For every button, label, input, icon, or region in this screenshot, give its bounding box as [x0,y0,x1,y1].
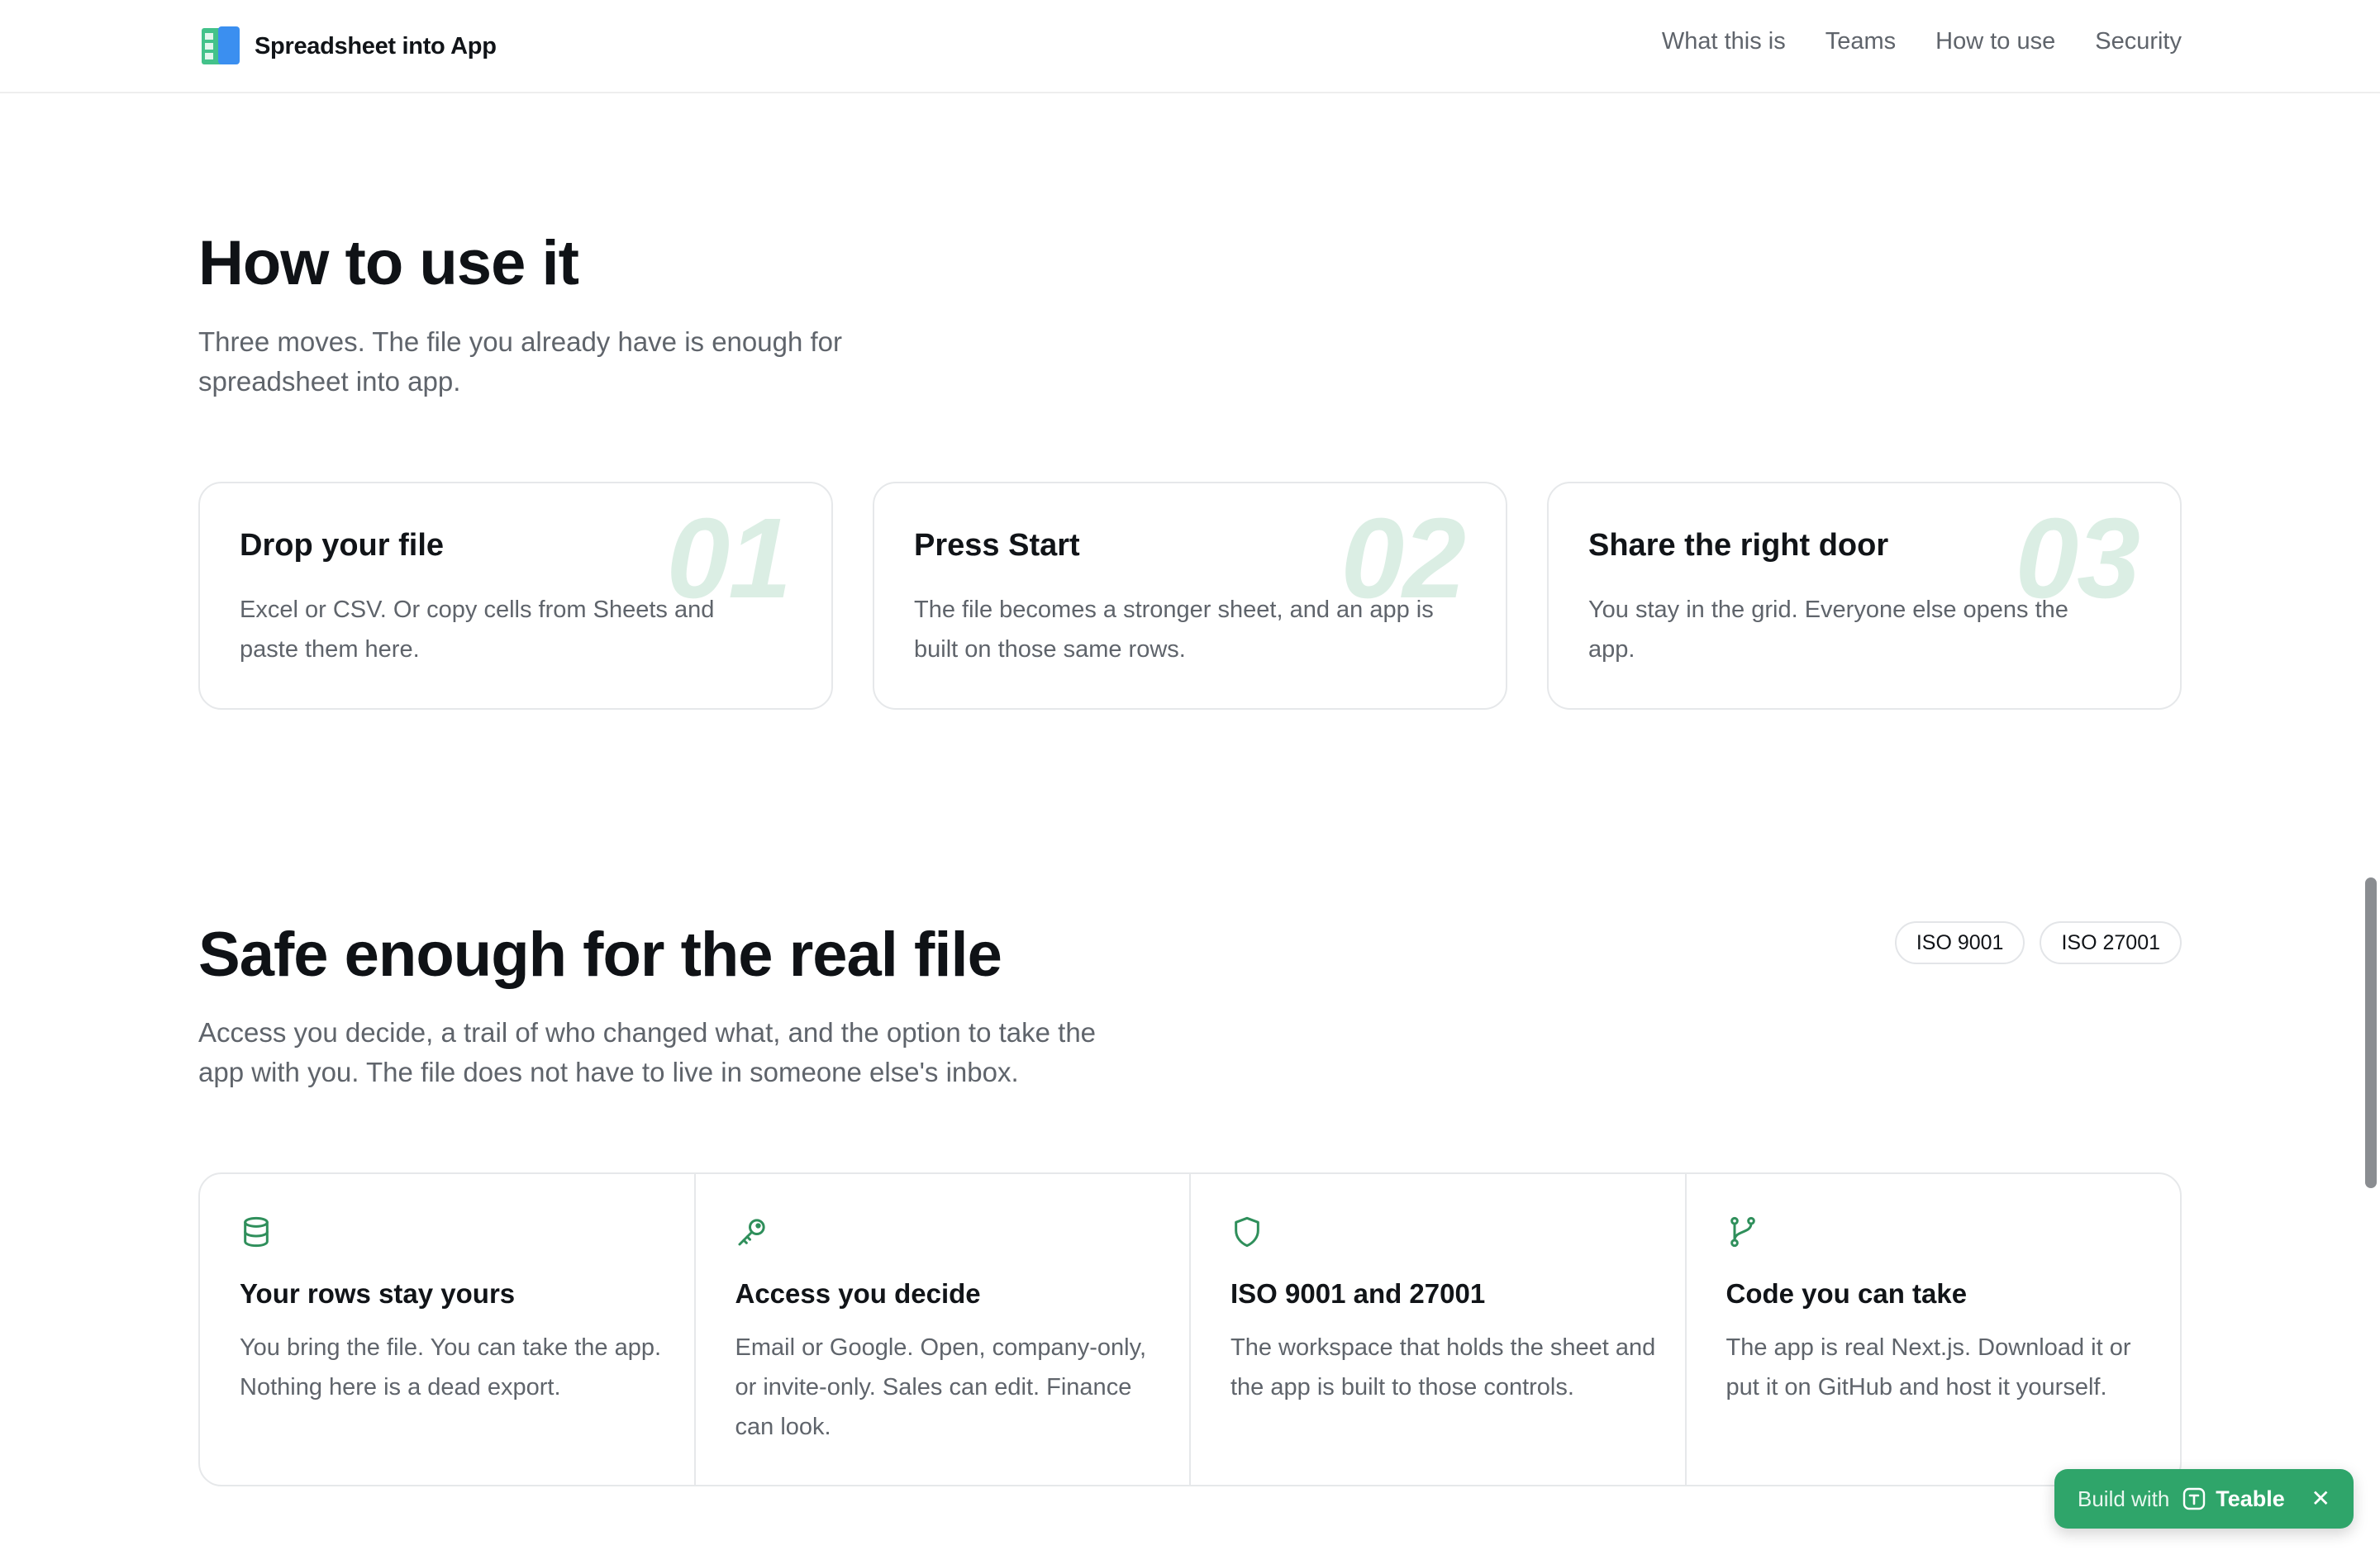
step-card-drop-file: 01 Drop your file Excel or CSV. Or copy … [198,482,833,710]
badge-iso-27001: ISO 27001 [2040,921,2182,964]
security-features: Your rows stay yours You bring the file.… [198,1172,2182,1486]
feature-description: The app is real Next.js. Download it or … [1726,1334,2131,1400]
feature-description: You bring the file. You can take the app… [240,1334,662,1400]
feature-access-you-decide: Access you decide Email or Google. Open,… [696,1174,1191,1485]
feature-title: Your rows stay yours [240,1278,516,1309]
close-icon[interactable]: ✕ [2311,1487,2330,1510]
feature-title: Access you decide [735,1278,981,1309]
steps-list: 01 Drop your file Excel or CSV. Or copy … [198,482,2182,710]
security-subtitle-line2: app with you. The file does not have to … [198,1057,1019,1087]
shield-icon [1235,1216,1259,1248]
build-with-label: Build with [2078,1486,2170,1511]
security-subtitle: Access you decide, a trail of who change… [198,1013,1096,1092]
step-card-share-door: 03 Share the right door You stay in the … [1547,482,2182,710]
security-title: Safe enough for the real file [198,920,1002,990]
brand-name: Spreadsheet into App [255,32,497,59]
step-description: You stay in the grid. Everyone else open… [1588,597,2068,663]
feature-iso: ISO 9001 and 27001 The workspace that ho… [1191,1174,1687,1485]
feature-title: Code you can take [1726,1278,1968,1309]
how-to-use-subtitle-line2: spreadsheet into app. [198,366,461,397]
feature-rows-stay-yours: Your rows stay yours You bring the file.… [200,1174,696,1485]
nav-security[interactable]: Security [2095,28,2182,55]
step-title: Share the right door [1588,528,1889,563]
feature-description: The workspace that holds the sheet and t… [1230,1334,1656,1400]
site-header: Spreadsheet into App What this is Teams … [0,0,2380,93]
certification-badges: ISO 9001 ISO 27001 [1894,921,2182,964]
teable-brand-label: Teable [2216,1486,2285,1511]
feature-description: Email or Google. Open, company-only, or … [735,1334,1147,1440]
feature-title: ISO 9001 and 27001 [1230,1278,1486,1309]
nav-how-to-use[interactable]: How to use [1935,28,2055,55]
step-description: The file becomes a stronger sheet, and a… [914,597,1434,663]
step-title: Drop your file [240,528,445,563]
how-to-use-subtitle: Three moves. The file you already have i… [198,322,842,402]
page-scrollbar-thumb[interactable] [2365,877,2377,1188]
how-to-use-subtitle-line1: Three moves. The file you already have i… [198,326,842,357]
how-to-use-title: How to use it [198,228,579,298]
database-icon [244,1216,269,1248]
nav-what-this-is[interactable]: What this is [1662,28,1786,55]
brand[interactable]: Spreadsheet into App [200,25,497,68]
badge-iso-9001: ISO 9001 [1894,921,2025,964]
step-title: Press Start [914,528,1080,563]
git-branch-icon [1730,1216,1755,1248]
spreadsheet-logo-icon [202,26,240,64]
security-subtitle-line1: Access you decide, a trail of who change… [198,1017,1097,1048]
feature-code-you-can-take: Code you can take The app is real Next.j… [1687,1174,2181,1485]
build-with-teable-banner[interactable]: Build with Teable ✕ [2054,1469,2354,1529]
nav-teams[interactable]: Teams [1825,28,1896,55]
teable-logo-icon [2183,1487,2206,1510]
step-description: Excel or CSV. Or copy cells from Sheets … [240,597,715,663]
step-card-press-start: 02 Press Start The file becomes a strong… [873,482,1507,710]
key-icon [738,1219,765,1246]
main-nav: What this is Teams How to use Security [1662,28,2182,55]
